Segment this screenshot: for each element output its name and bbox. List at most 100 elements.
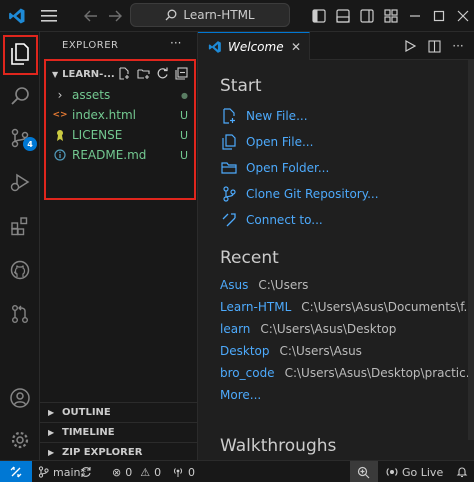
tree-item-assets[interactable]: › assets ● bbox=[52, 85, 192, 105]
tab-welcome[interactable]: Welcome ✕ bbox=[198, 32, 310, 60]
close-window-icon[interactable] bbox=[452, 5, 474, 27]
git-branch-icon bbox=[38, 466, 49, 478]
tree-item-status: U bbox=[179, 108, 188, 122]
recent-path: C:\Users\Asus bbox=[279, 344, 362, 358]
tree-item-status: ● bbox=[181, 90, 188, 100]
back-arrow-icon[interactable] bbox=[80, 5, 102, 27]
welcome-page: Start New File... Open File... Open Fold… bbox=[198, 60, 474, 460]
chevron-down-icon: ▼ bbox=[52, 69, 59, 79]
more-recent-link[interactable]: More... bbox=[220, 388, 261, 402]
more-actions-icon[interactable]: ··· bbox=[170, 36, 181, 50]
open-folder-label: Open Folder... bbox=[246, 161, 330, 175]
close-tab-icon[interactable]: ✕ bbox=[291, 40, 301, 54]
go-live-button[interactable]: Go Live bbox=[386, 461, 443, 482]
tree-item-status: U bbox=[179, 128, 188, 142]
recent-item[interactable]: learn C:\Users\Asus\Desktop bbox=[220, 320, 396, 338]
remote-connect-icon bbox=[220, 213, 238, 227]
accounts-icon[interactable] bbox=[6, 384, 34, 412]
chevron-right-icon: ▶ bbox=[48, 448, 55, 457]
tree-item-license[interactable]: LICENSE U bbox=[52, 125, 192, 145]
outline-section[interactable]: ▶ OUTLINE bbox=[40, 402, 198, 422]
bell-icon bbox=[456, 467, 468, 478]
new-folder-icon[interactable] bbox=[137, 67, 150, 83]
chevron-right-icon: › bbox=[57, 88, 63, 102]
extensions-icon[interactable] bbox=[6, 212, 34, 240]
recent-name[interactable]: bro_code bbox=[220, 366, 275, 380]
recent-heading: Recent bbox=[220, 248, 279, 268]
info-icon bbox=[52, 149, 68, 161]
recent-item[interactable]: Asus C:\Users bbox=[220, 276, 308, 294]
folder-header[interactable]: ▼ LEARN-... bbox=[52, 65, 192, 83]
folder-name: LEARN-... bbox=[62, 68, 115, 80]
github-icon[interactable] bbox=[6, 256, 34, 284]
warning-count: 0 bbox=[154, 465, 162, 479]
recent-item[interactable]: Desktop C:\Users\Asus bbox=[220, 342, 362, 360]
folder-actions bbox=[118, 67, 188, 83]
recent-name[interactable]: Desktop bbox=[220, 344, 270, 358]
editor-tabs-bar: Welcome ✕ ··· bbox=[198, 32, 474, 60]
tree-item-index-html[interactable]: <> index.html U bbox=[52, 105, 192, 125]
customize-layout-icon[interactable] bbox=[380, 5, 402, 27]
editor-scrollbar[interactable] bbox=[468, 60, 474, 440]
start-heading: Start bbox=[220, 76, 262, 96]
clone-repo-label: Clone Git Repository... bbox=[246, 187, 379, 201]
vscode-logo-icon bbox=[6, 5, 28, 27]
minimize-icon[interactable] bbox=[404, 5, 426, 27]
new-file-icon[interactable] bbox=[118, 67, 131, 83]
zoom-icon-wrap[interactable] bbox=[357, 461, 370, 482]
settings-gear-icon[interactable] bbox=[6, 426, 34, 454]
toggle-primary-sidebar-icon[interactable] bbox=[308, 5, 330, 27]
sync-status[interactable] bbox=[80, 461, 92, 482]
go-live-label: Go Live bbox=[402, 465, 444, 479]
clone-repo-link[interactable]: Clone Git Repository... bbox=[220, 184, 379, 204]
title-bar: Learn-HTML bbox=[0, 0, 474, 32]
toggle-secondary-sidebar-icon[interactable] bbox=[356, 5, 378, 27]
command-center-search[interactable]: Learn-HTML bbox=[130, 3, 290, 27]
zip-explorer-section[interactable]: ▶ ZIP EXPLORER bbox=[40, 442, 198, 462]
notifications-button[interactable] bbox=[456, 461, 468, 482]
more-actions-icon[interactable]: ··· bbox=[450, 38, 466, 54]
tree-item-readme[interactable]: README.md U bbox=[52, 145, 192, 165]
tree-item-label: assets bbox=[72, 88, 111, 102]
maximize-icon[interactable] bbox=[428, 5, 450, 27]
toggle-panel-icon[interactable] bbox=[332, 5, 354, 27]
search-icon bbox=[165, 9, 177, 21]
search-icon[interactable] bbox=[6, 82, 34, 110]
menu-icon[interactable] bbox=[38, 5, 60, 27]
recent-name[interactable]: Asus bbox=[220, 278, 248, 292]
forward-arrow-icon[interactable] bbox=[104, 5, 126, 27]
pull-requests-icon[interactable] bbox=[6, 300, 34, 328]
git-branch-status[interactable]: main* bbox=[38, 461, 86, 482]
file-tree-highlight-box: ▼ LEARN-... › assets ● <> index.html U L… bbox=[44, 59, 196, 200]
problems-status[interactable]: ⊗ 0 ⚠ 0 bbox=[112, 461, 161, 482]
git-branch-icon bbox=[220, 186, 238, 202]
run-icon[interactable] bbox=[402, 38, 418, 54]
open-folder-link[interactable]: Open Folder... bbox=[220, 158, 329, 178]
sync-icon bbox=[81, 467, 91, 477]
section-label: ZIP EXPLORER bbox=[62, 447, 143, 458]
new-file-label: New File... bbox=[246, 109, 308, 123]
source-control-badge: 4 bbox=[23, 137, 37, 151]
open-file-link[interactable]: Open File... bbox=[220, 132, 313, 152]
chevron-right-icon: ▶ bbox=[48, 428, 55, 437]
recent-item[interactable]: bro_code C:\Users\Asus\Desktop\practic..… bbox=[220, 364, 474, 382]
recent-name[interactable]: learn bbox=[220, 322, 250, 336]
broadcast-icon bbox=[173, 468, 183, 477]
connect-to-link[interactable]: Connect to... bbox=[220, 210, 323, 230]
collapse-all-icon[interactable] bbox=[175, 67, 188, 83]
remote-indicator[interactable] bbox=[0, 461, 32, 482]
explorer-files-icon[interactable] bbox=[6, 40, 34, 68]
walkthroughs-heading: Walkthroughs bbox=[220, 436, 337, 456]
timeline-section[interactable]: ▶ TIMELINE bbox=[40, 422, 198, 442]
tree-item-label: index.html bbox=[72, 108, 136, 122]
new-file-link[interactable]: New File... bbox=[220, 106, 308, 126]
html-file-icon: <> bbox=[52, 110, 68, 120]
recent-item[interactable]: Learn-HTML C:\Users\Asus\Documents\f... bbox=[220, 298, 474, 316]
refresh-icon[interactable] bbox=[156, 67, 169, 83]
ports-status[interactable]: 0 bbox=[172, 461, 195, 482]
open-file-icon bbox=[220, 134, 238, 150]
run-and-debug-icon[interactable] bbox=[6, 168, 34, 196]
vscode-logo-icon bbox=[208, 40, 221, 53]
recent-name[interactable]: Learn-HTML bbox=[220, 300, 291, 314]
split-editor-icon[interactable] bbox=[426, 38, 442, 54]
